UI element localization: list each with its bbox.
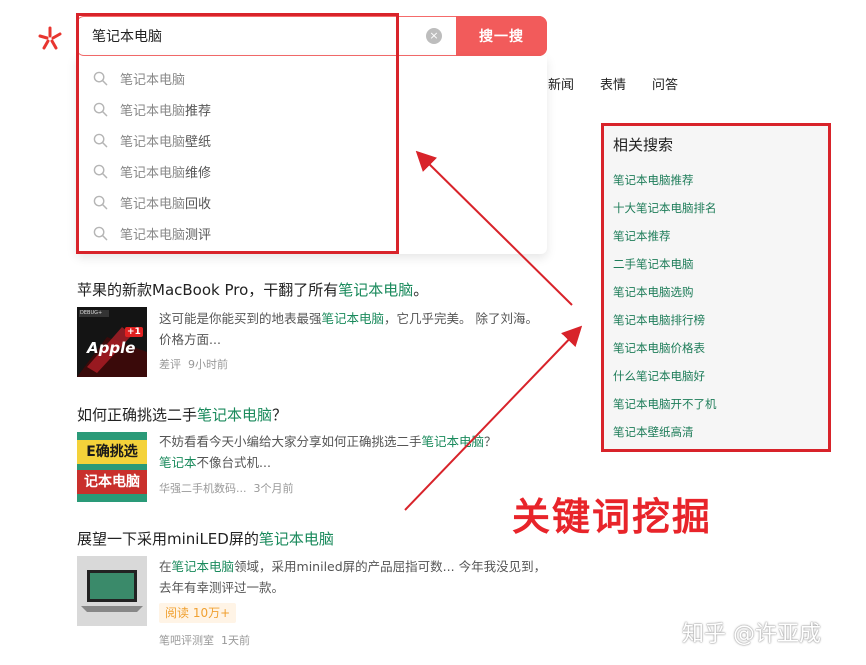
annotation-arrows	[404, 150, 583, 511]
arrow-to-suggestions	[415, 150, 573, 306]
watermark: 知乎 @许亚成	[682, 622, 821, 647]
annotation-text: 关键词挖掘	[512, 495, 713, 539]
arrow-to-related	[404, 325, 583, 511]
